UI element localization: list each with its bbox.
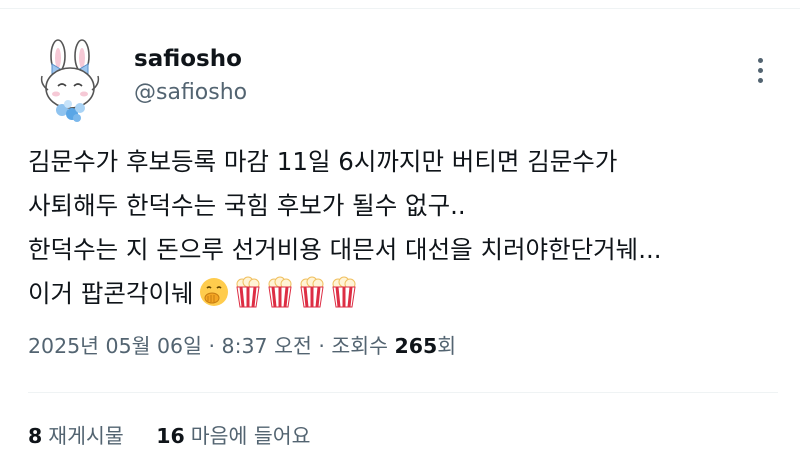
- views-label: 조회수: [331, 334, 395, 358]
- tweet-text: 김문수가 후보등록 마감 11일 6시까지만 버티면 김문수가 사퇴해두 한덕수…: [28, 140, 778, 316]
- stats-divider: [28, 392, 778, 393]
- tweet-meta: 2025년 05월 06일 · 8:37 오전 · 조회수 265회: [28, 329, 456, 359]
- meta-separator: ·: [311, 334, 332, 358]
- likes-count: 16: [156, 424, 185, 448]
- popcorn-emoji: [298, 276, 326, 308]
- tweet-time[interactable]: 8:37 오전: [222, 334, 312, 358]
- likes-stat[interactable]: 16 마음에 들어요: [156, 419, 310, 449]
- more-options-icon: [757, 57, 763, 63]
- tweet-line: 한덕수는 지 돈으루 선거비용 대믄서 대선을 치러야한단거눼...: [28, 235, 662, 264]
- tweet-date[interactable]: 2025년 05월 06일: [28, 334, 202, 358]
- tweet-line-text: 이거 팝콘각이눼: [28, 279, 194, 308]
- views-count: 265: [394, 334, 438, 358]
- views-suffix: 회: [437, 334, 457, 358]
- likes-label: 마음에 들어요: [190, 424, 311, 448]
- more-options-button[interactable]: [745, 50, 775, 90]
- top-divider: [0, 8, 800, 9]
- face-with-hand-over-mouth-emoji: [198, 276, 230, 308]
- more-options-icon-dot: [757, 67, 763, 73]
- tweet-line-with-emoji: 이거 팝콘각이눼: [28, 272, 778, 316]
- popcorn-emoji: [234, 276, 262, 308]
- meta-separator: ·: [201, 334, 222, 358]
- more-options-icon-dot: [757, 77, 763, 83]
- reposts-label: 재게시물: [48, 424, 124, 448]
- author-display-name[interactable]: safiosho: [134, 46, 242, 72]
- bunny-avatar-icon: [22, 34, 118, 130]
- author-avatar[interactable]: [22, 34, 118, 130]
- tweet-line: 사퇴해두 한덕수는 국힘 후보가 될수 없구..: [28, 191, 466, 220]
- reposts-stat[interactable]: 8 재게시물: [28, 419, 124, 449]
- reposts-count: 8: [28, 424, 43, 448]
- popcorn-emoji: [266, 276, 294, 308]
- popcorn-emoji: [330, 276, 358, 308]
- author-handle[interactable]: @safiosho: [134, 80, 247, 105]
- tweet-line: 김문수가 후보등록 마감 11일 6시까지만 버티면 김문수가: [28, 147, 618, 176]
- engagement-stats: 8 재게시물 16 마음에 들어요: [28, 419, 336, 449]
